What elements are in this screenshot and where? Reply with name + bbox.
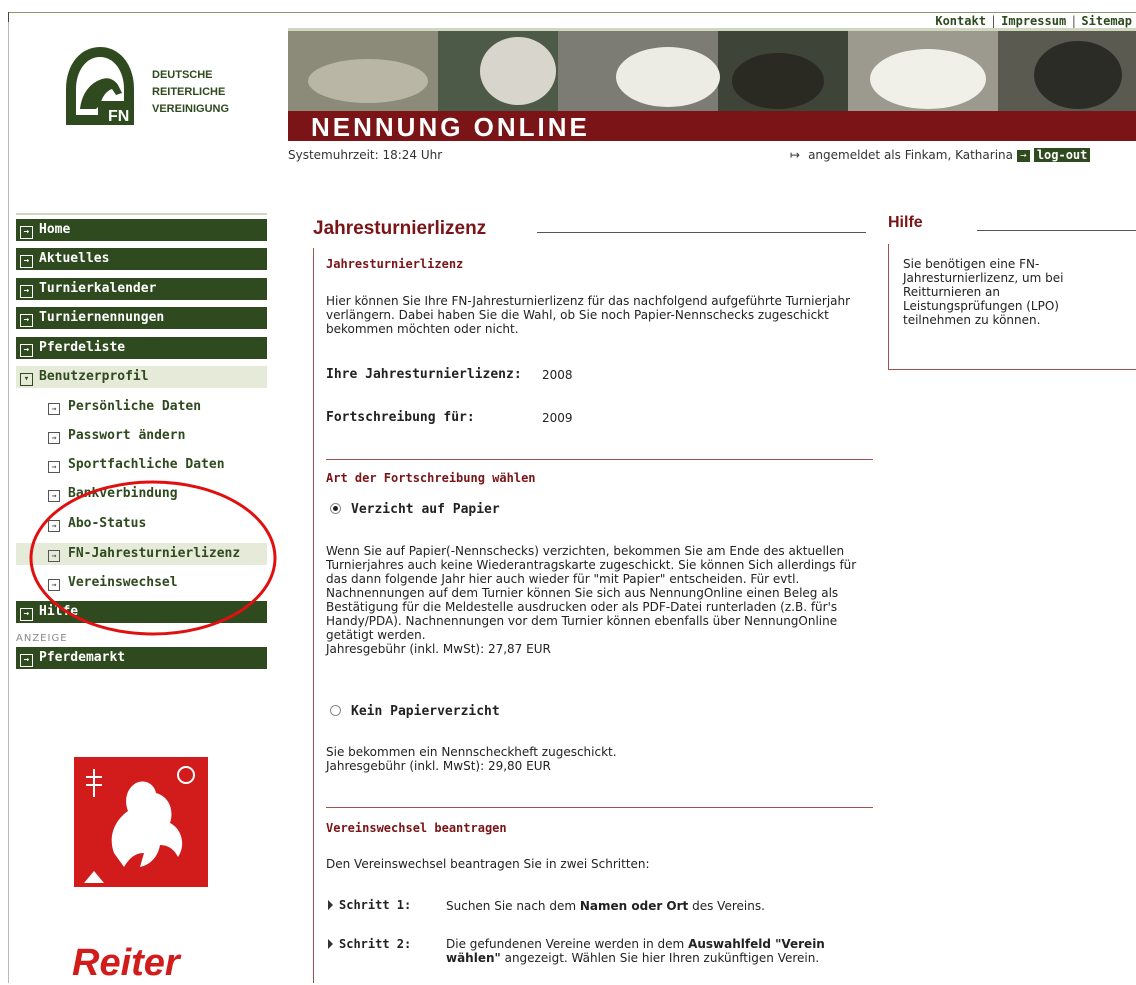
section-head-lizenz: Jahresturnierlizenz: [326, 257, 464, 271]
subnav-label: Passwort ändern: [68, 428, 186, 443]
step-2-label-text: Schritt 2:: [339, 937, 412, 951]
reiter-ad-logo[interactable]: Reiter: [72, 942, 180, 985]
arrow-right-icon: ↦: [790, 148, 801, 162]
radio-kein-verzicht[interactable]: [330, 705, 341, 716]
subnav-persoenliche-daten[interactable]: → Persönliche Daten: [16, 396, 267, 418]
section-head-vereinswechsel: Vereinswechsel beantragen: [326, 821, 507, 835]
nav-item-label: Benutzerprofil: [39, 369, 149, 384]
arrow-box-icon: →: [20, 226, 33, 239]
option-kein-verzicht[interactable]: Kein Papierverzicht: [330, 704, 500, 719]
step-2-text: Die gefundenen Vereine werden in dem Aus…: [446, 937, 866, 965]
nav-item-pferdemarkt[interactable]: → Pferdemarkt: [16, 647, 267, 669]
vereinswechsel-text: Den Vereinswechsel beantragen Sie in zwe…: [326, 857, 650, 871]
nav-item-aktuelles[interactable]: → Aktuelles: [16, 248, 267, 270]
option-verzicht-desc: Wenn Sie auf Papier(-Nennschecks) verzic…: [326, 544, 857, 642]
radio-verzicht[interactable]: [330, 503, 341, 514]
arrow-box-icon: →: [20, 344, 33, 357]
frame-left-line: [8, 12, 9, 983]
logout-button[interactable]: log-out: [1033, 148, 1091, 162]
expanded-box-icon: ▾: [20, 373, 33, 386]
step-2-label: Schritt 2:: [328, 937, 411, 951]
nav-item-label: Turnierkalender: [39, 281, 157, 296]
fn-logo[interactable]: FN: [60, 45, 140, 127]
nav-top-line: [16, 213, 267, 215]
nav-item-benutzerprofil[interactable]: ▾ Benutzerprofil: [16, 366, 267, 388]
nav-item-label: Pferdemarkt: [39, 650, 126, 665]
step-1-label-text: Schritt 1:: [339, 898, 412, 912]
option-kein-verzicht-label: Kein Papierverzicht: [351, 704, 500, 719]
nav-item-home[interactable]: → Home: [16, 219, 267, 241]
arrow-box-icon: →: [20, 314, 33, 327]
westfalen-emblem[interactable]: [74, 757, 208, 887]
nav-item-label: Turniernennungen: [39, 310, 165, 325]
subnav-label: Persönliche Daten: [68, 399, 202, 414]
nav-item-turnierkalender[interactable]: → Turnierkalender: [16, 278, 267, 300]
option-kein-verzicht-fee: Jahresgebühr (inkl. MwSt): 29,80 EUR: [326, 759, 551, 773]
arrow-box-icon: →: [48, 461, 60, 473]
divider: [326, 459, 873, 460]
step-2-text-a: Die gefundenen Vereine werden in dem: [446, 937, 689, 951]
arrow-box-icon: →: [48, 432, 60, 444]
nav-item-label: Pferdeliste: [39, 340, 126, 355]
fortschreibung-label: Fortschreibung für:: [326, 410, 475, 425]
login-info: ↦ angemeldet als Finkam, Katharina → log-o…: [790, 148, 1091, 162]
option-verzicht-fee: Jahresgebühr (inkl. MwSt): 27,87 EUR: [326, 642, 551, 656]
sitemap-link[interactable]: Sitemap: [1081, 14, 1132, 28]
option-verzicht-text: Wenn Sie auf Papier(-Nennschecks) verzic…: [326, 544, 876, 656]
top-links: Kontakt | Impressum | Sitemap: [935, 14, 1132, 28]
help-title: Hilfe: [888, 214, 923, 231]
arrow-box-icon: →: [20, 285, 33, 298]
arrow-box-icon: →: [20, 654, 33, 667]
nav-item-label: Home: [39, 222, 71, 237]
lizenz-label: Ihre Jahresturnierlizenz:: [326, 367, 522, 382]
red-annotation-circle: [29, 480, 277, 636]
step-1-text-a: Suchen Sie nach dem: [446, 899, 580, 913]
logo-line-3: VEREINIGUNG: [152, 103, 230, 115]
option-kein-verzicht-text: Sie bekommen ein Nennscheckheft zugeschi…: [326, 745, 876, 773]
subnav-sportfachliche-daten[interactable]: → Sportfachliche Daten: [16, 454, 267, 476]
step-1-label: Schritt 1:: [328, 898, 411, 912]
section-head-fortschreibung: Art der Fortschreibung wählen: [326, 471, 536, 485]
option-verzicht-label: Verzicht auf Papier: [351, 502, 500, 517]
title-underline: [537, 232, 866, 233]
header-horse-photo: [288, 31, 1136, 111]
section-lizenz-text: Hier können Sie Ihre FN-Jahresturnierliz…: [326, 294, 851, 336]
help-title-underline: [977, 230, 1136, 231]
triangle-right-icon: [328, 939, 333, 949]
option-verzicht[interactable]: Verzicht auf Papier: [330, 502, 500, 517]
step-1-text-b: Namen oder Ort: [579, 899, 689, 913]
kontakt-link[interactable]: Kontakt: [935, 14, 986, 28]
system-time: Systemuhrzeit: 18:24 Uhr: [288, 148, 443, 162]
step-1-text-c: des Vereins.: [688, 899, 765, 913]
login-text: angemeldet als Finkam, Katharina: [808, 148, 1013, 162]
frame-tick: [8, 12, 9, 22]
step-2-text-c: angezeigt. Wählen Sie hier Ihren zukünft…: [500, 951, 820, 965]
content-left-border: [313, 248, 314, 983]
logo-line-2: REITERLICHE: [152, 86, 226, 98]
frame-top-line: [8, 12, 1136, 13]
logout-icon[interactable]: →: [1016, 149, 1030, 162]
option-kein-verzicht-desc: Sie bekommen ein Nennscheckheft zugeschi…: [326, 745, 617, 759]
nav-item-label: Aktuelles: [39, 251, 110, 266]
help-text: Sie benötigen eine FN-Jahresturnierlizen…: [903, 257, 1064, 327]
logo-text: DEUTSCHE REITERLICHE VEREINIGUNG: [152, 67, 229, 118]
fortschreibung-value: 2009: [542, 411, 573, 425]
arrow-box-icon: →: [20, 255, 33, 268]
impressum-link[interactable]: Impressum: [1001, 14, 1066, 28]
header-title: NENNUNG ONLINE: [311, 112, 590, 142]
arrow-box-icon: →: [48, 403, 60, 415]
logo-line-1: DEUTSCHE: [152, 69, 213, 81]
step-1-text: Suchen Sie nach dem Namen oder Ort des V…: [446, 899, 866, 913]
page-title: Jahresturnierlizenz: [313, 218, 487, 239]
divider: [326, 807, 873, 808]
subnav-passwort-aendern[interactable]: → Passwort ändern: [16, 425, 267, 447]
logo-badge-text: FN: [108, 108, 129, 125]
nav-item-pferdeliste[interactable]: → Pferdeliste: [16, 337, 267, 359]
subnav-label: Sportfachliche Daten: [68, 457, 225, 472]
lizenz-value: 2008: [542, 368, 573, 382]
nav-item-turniernennungen[interactable]: → Turniernennungen: [16, 307, 267, 329]
triangle-right-icon: [328, 900, 333, 910]
